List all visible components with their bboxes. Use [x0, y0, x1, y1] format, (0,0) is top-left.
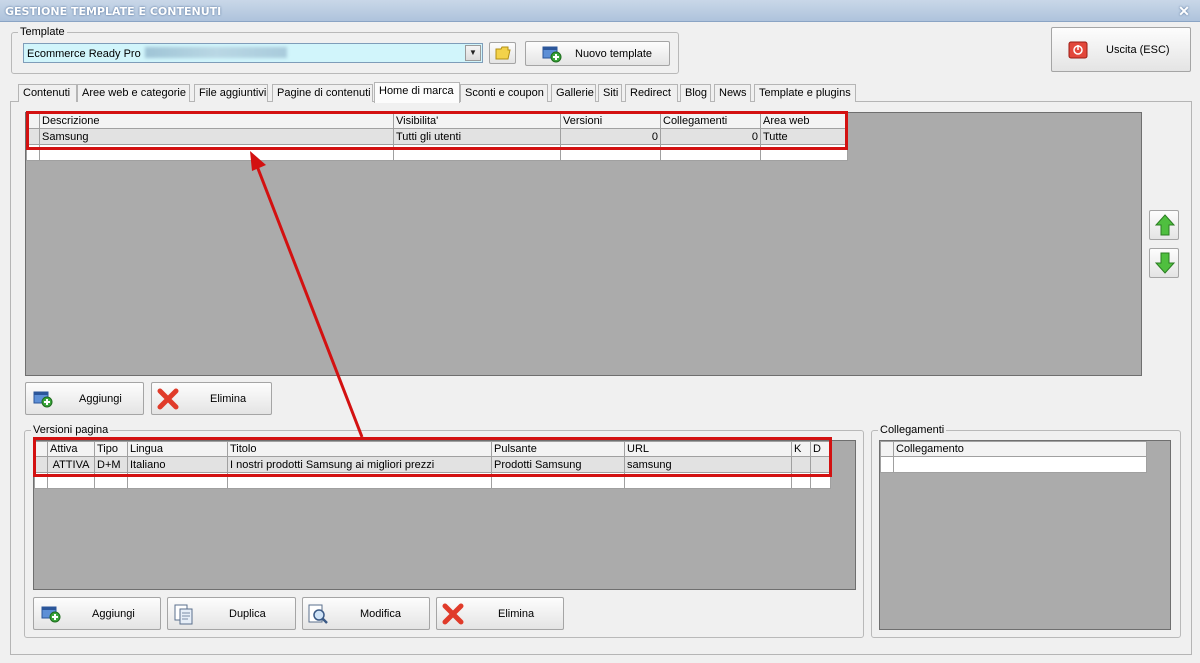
tab-home-di-marca[interactable]: Home di marca	[374, 82, 460, 103]
annotation-arrow	[250, 151, 364, 438]
